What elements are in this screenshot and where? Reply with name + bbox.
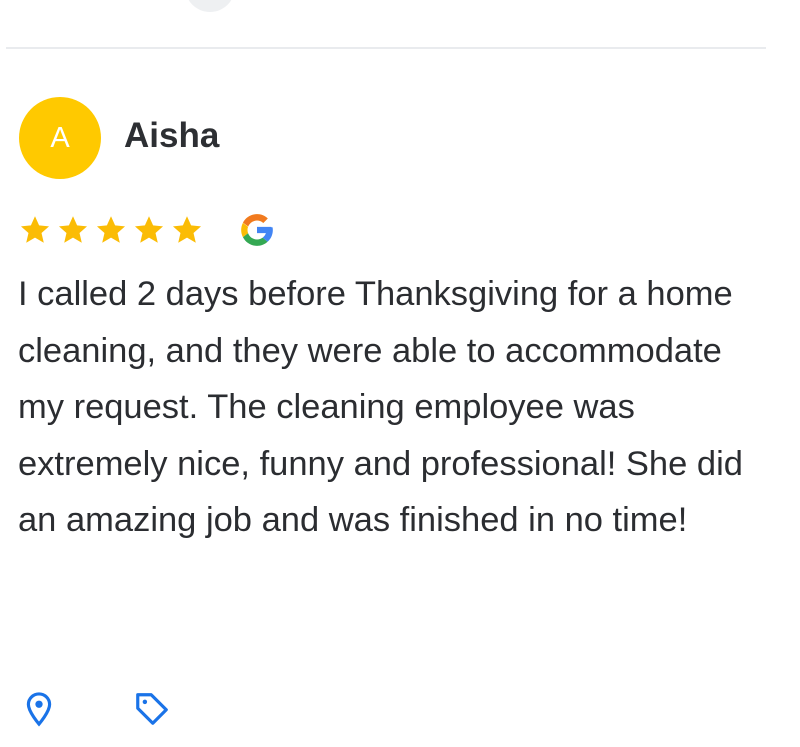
star-icon [20, 216, 50, 243]
review-card: A Aisha I called 2 days before Thanksgiv… [0, 0, 800, 747]
star-icon [58, 216, 88, 243]
divider [6, 47, 766, 49]
tag-icon[interactable] [133, 690, 171, 728]
avatar-initial: A [50, 121, 70, 154]
avatar: A [19, 97, 101, 179]
review-text: I called 2 days before Thanksgiving for … [18, 275, 743, 539]
star-icon [134, 216, 164, 243]
location-pin-icon[interactable] [20, 690, 58, 728]
star-rating [18, 213, 204, 247]
star-icon [96, 216, 126, 243]
top-control-button[interactable] [185, 0, 235, 12]
star-icon [172, 216, 202, 243]
reviewer-name: Aisha [124, 116, 220, 155]
google-icon [241, 214, 273, 246]
